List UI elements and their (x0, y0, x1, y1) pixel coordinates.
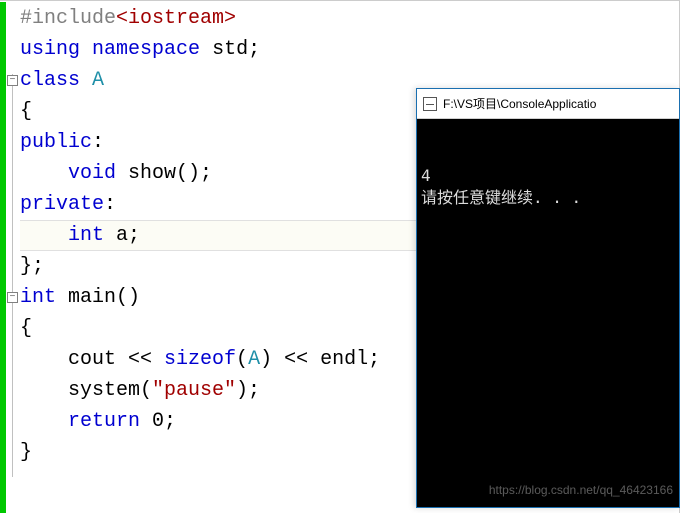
code-token: : (104, 193, 116, 216)
code-line[interactable]: } (20, 437, 380, 468)
code-token: show(); (116, 162, 212, 185)
code-token: cout << (20, 348, 164, 371)
console-output[interactable]: 4请按任意键继续. . . https://blog.csdn.net/qq_46… (417, 119, 679, 507)
console-window[interactable]: F:\VS项目\ConsoleApplicatio 4请按任意键继续. . . h… (416, 88, 680, 508)
code-line[interactable]: int main() (20, 282, 380, 313)
code-token (80, 69, 92, 92)
code-line[interactable]: system("pause"); (20, 375, 380, 406)
code-token: main() (56, 286, 140, 309)
code-line[interactable]: private: (20, 189, 380, 220)
code-token: namespace (92, 38, 200, 61)
code-token: system( (20, 379, 152, 402)
code-line[interactable]: return 0; (20, 406, 380, 437)
code-token: public (20, 131, 92, 154)
code-token: private (20, 193, 104, 216)
code-token (20, 224, 68, 247)
code-token: int (20, 286, 56, 309)
code-token: "pause" (152, 379, 236, 402)
code-token: class (20, 69, 80, 92)
code-token: return (68, 410, 140, 433)
code-line[interactable]: }; (20, 251, 380, 282)
code-token: ); (236, 379, 260, 402)
console-line: 4 (421, 165, 675, 187)
code-token: #include (20, 7, 116, 30)
watermark: https://blog.csdn.net/qq_46423166 (489, 479, 673, 501)
code-token: using (20, 38, 80, 61)
console-title-text: F:\VS项目\ConsoleApplicatio (443, 95, 596, 112)
code-token (20, 162, 68, 185)
code-token: void (68, 162, 116, 185)
code-line[interactable]: { (20, 96, 380, 127)
code-token: std; (200, 38, 260, 61)
fold-toggle-icon[interactable]: − (7, 292, 18, 303)
fold-toggle-icon[interactable]: − (7, 75, 18, 86)
code-line[interactable]: public: (20, 127, 380, 158)
code-token: A (92, 69, 104, 92)
code-token: ) << endl; (260, 348, 380, 371)
code-line[interactable]: { (20, 313, 380, 344)
code-token (80, 38, 92, 61)
code-token: 0; (140, 410, 176, 433)
code-token: sizeof (164, 348, 236, 371)
code-token: ( (236, 348, 248, 371)
code-line[interactable]: void show(); (20, 158, 380, 189)
code-line[interactable]: class A (20, 65, 380, 96)
code-token: : (92, 131, 104, 154)
code-line[interactable]: #include<iostream> (20, 3, 380, 34)
code-token: { (20, 100, 32, 123)
code-token: }; (20, 255, 44, 278)
fold-gutter: −− (6, 2, 20, 513)
console-icon (423, 97, 437, 111)
code-token: A (248, 348, 260, 371)
code-line[interactable]: cout << sizeof(A) << endl; (20, 344, 380, 375)
code-token (20, 410, 68, 433)
code-token: } (20, 441, 32, 464)
code-token: int (68, 224, 104, 247)
code-token: { (20, 317, 32, 340)
code-token: <iostream> (116, 7, 236, 30)
code-token: a; (104, 224, 140, 247)
code-area[interactable]: #include<iostream>using namespace std;cl… (20, 3, 380, 468)
code-line[interactable]: int a; (20, 220, 380, 251)
console-titlebar[interactable]: F:\VS项目\ConsoleApplicatio (417, 89, 679, 119)
code-line[interactable]: using namespace std; (20, 34, 380, 65)
console-line: 请按任意键继续. . . (421, 187, 675, 209)
